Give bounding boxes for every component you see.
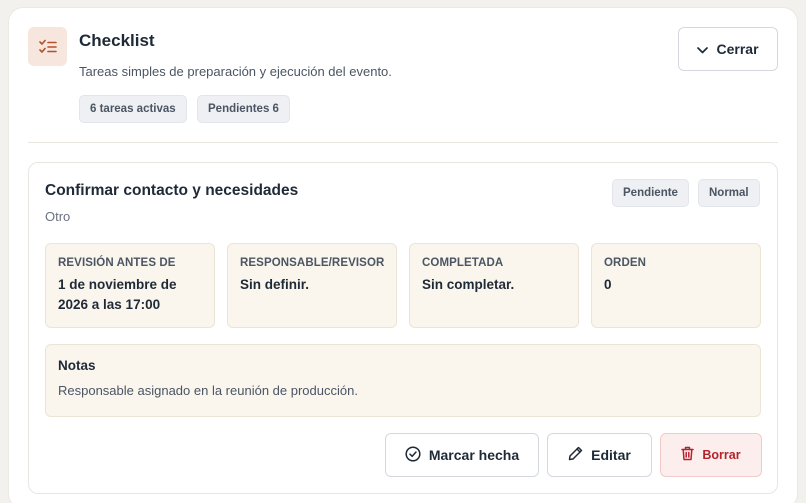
field-value: Sin definir. <box>240 277 310 292</box>
chevron-down-icon <box>697 41 709 57</box>
delete-button[interactable]: Borrar <box>660 433 762 477</box>
notes-text: Responsable asignado en la reunión de pr… <box>58 383 358 398</box>
field-label: Completada <box>422 257 504 269</box>
check-circle-icon <box>405 445 421 465</box>
pencil-icon <box>568 446 583 464</box>
delete-label: Borrar <box>702 448 741 462</box>
active-tasks-badge: 6 tareas activas <box>79 95 187 123</box>
field-value: 1 de noviembre de 2026 a las 17:00 <box>58 277 177 312</box>
close-button-label: Cerrar <box>716 41 759 57</box>
task-category: Otro <box>45 209 71 224</box>
status-badge: Pendiente <box>612 179 689 207</box>
checklist-panel: Checklist Tareas simples de preparación … <box>9 8 797 503</box>
pending-count-badge: Pendientes 6 <box>197 95 290 123</box>
page-subtitle: Tareas simples de preparación y ejecució… <box>79 64 392 79</box>
mark-done-label: Marcar hecha <box>428 447 520 463</box>
notes-label: Notas <box>58 358 96 373</box>
task-card: Confirmar contacto y necesidades Otro Pe… <box>28 162 778 494</box>
mark-done-button[interactable]: Marcar hecha <box>385 433 539 477</box>
edit-button[interactable]: Editar <box>547 433 652 477</box>
page-title: Checklist <box>79 31 155 50</box>
edit-label: Editar <box>591 447 631 463</box>
field-label: Responsable/revisor <box>240 257 385 269</box>
field-value: Sin completar. <box>422 277 515 292</box>
order-field: Orden 0 <box>591 243 761 328</box>
reviewer-field: Responsable/revisor Sin definir. <box>227 243 397 328</box>
task-title: Confirmar contacto y necesidades <box>45 182 299 199</box>
priority-badge: Normal <box>698 179 760 207</box>
review-before-field: Revisión antes de 1 de noviembre de 2026… <box>45 243 215 328</box>
completed-field: Completada Sin completar. <box>409 243 579 328</box>
checklist-icon <box>28 27 67 66</box>
header-divider <box>28 142 778 143</box>
trash-icon <box>681 446 695 464</box>
field-label: Orden <box>604 257 647 269</box>
notes-box: Notas Responsable asignado en la reunión… <box>45 344 761 417</box>
field-value: 0 <box>604 277 612 292</box>
close-button[interactable]: Cerrar <box>678 27 778 71</box>
field-label: Revisión antes de <box>58 257 176 269</box>
